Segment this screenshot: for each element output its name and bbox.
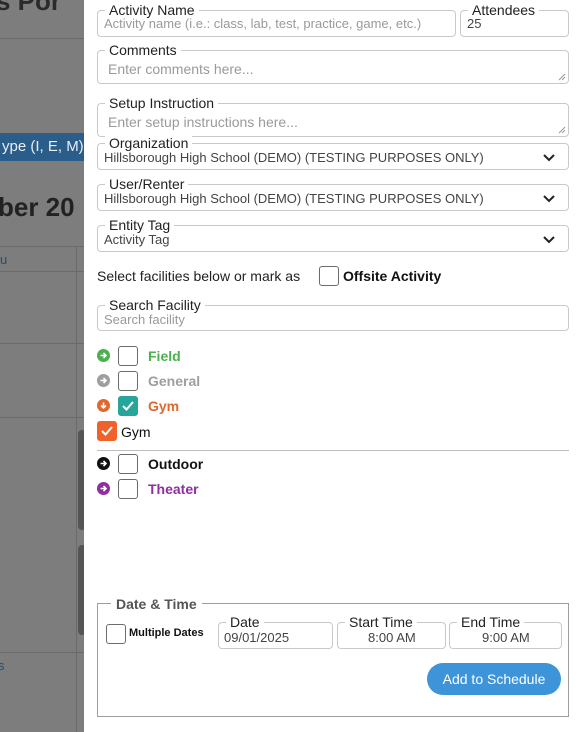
check-icon — [101, 426, 113, 436]
organization-select[interactable]: Organization Hillsborough High School (D… — [97, 135, 569, 170]
arrow-down-circle-icon[interactable] — [97, 399, 110, 412]
multiple-dates-label[interactable]: Multiple Dates — [129, 627, 204, 639]
facility-checkbox-general[interactable] — [118, 371, 138, 391]
comments-field[interactable]: Comments Enter comments here... — [97, 42, 569, 84]
facility-checkbox-outdoor[interactable] — [118, 454, 138, 474]
date-value: 09/01/2025 — [224, 630, 290, 645]
add-to-schedule-button[interactable]: Add to Schedule — [427, 663, 561, 695]
organization-value: Hillsborough High School (DEMO) (TESTING… — [104, 150, 484, 165]
offsite-activity-label[interactable]: Offsite Activity — [343, 268, 441, 284]
divider — [0, 246, 84, 247]
facility-checkbox-field[interactable] — [118, 346, 138, 366]
date-time-section: Date & Time Multiple Dates Date 09/01/20… — [97, 596, 569, 717]
facility-checkbox-theater[interactable] — [118, 479, 138, 499]
divider — [0, 38, 84, 39]
date-time-legend: Date & Time — [111, 596, 202, 612]
arrow-right-circle-icon[interactable] — [97, 374, 110, 387]
search-facility-field[interactable]: Search Facility Search facility — [97, 297, 569, 331]
divider — [0, 652, 84, 653]
comments-placeholder: Enter comments here... — [108, 61, 254, 77]
calendar-column-label: u — [0, 252, 8, 267]
end-time-value: 9:00 AM — [482, 630, 530, 645]
setup-instruction-placeholder: Enter setup instructions here... — [108, 114, 298, 130]
arrow-right-circle-icon[interactable] — [97, 457, 110, 470]
facility-label-theater[interactable]: Theater — [148, 481, 199, 497]
search-facility-placeholder: Search facility — [104, 312, 185, 327]
setup-instruction-label: Setup Instruction — [105, 95, 219, 111]
user-renter-value: Hillsborough High School (DEMO) (TESTING… — [104, 191, 484, 206]
start-time-field[interactable]: Start Time 8:00 AM — [337, 614, 446, 649]
chevron-down-icon — [543, 236, 555, 244]
entity-tag-label: Entity Tag — [105, 217, 175, 233]
start-time-label: Start Time — [345, 614, 417, 630]
facility-label-field[interactable]: Field — [148, 348, 181, 364]
date-field[interactable]: Date 09/01/2025 — [218, 614, 333, 649]
attendees-value: 25 — [467, 16, 482, 31]
entity-tag-select[interactable]: Entity Tag Activity Tag — [97, 217, 569, 252]
calendar-month-title: ber 20 — [0, 192, 75, 222]
offsite-activity-checkbox[interactable] — [319, 266, 339, 286]
comments-label: Comments — [105, 42, 181, 58]
sub-facility-label-gym[interactable]: Gym — [121, 424, 151, 440]
background-page: s Por ype (I, E, M) ber 20 u s — [0, 0, 84, 732]
multiple-dates-checkbox[interactable] — [106, 624, 126, 644]
divider — [76, 246, 77, 732]
user-renter-select[interactable]: User/Renter Hillsborough High School (DE… — [97, 176, 569, 211]
start-time-value: 8:00 AM — [368, 630, 416, 645]
select-facilities-text: Select facilities below or mark as — [97, 268, 301, 284]
facility-label-outdoor[interactable]: Outdoor — [148, 456, 203, 472]
divider — [0, 271, 84, 272]
type-filter-button: ype (I, E, M) — [0, 133, 84, 161]
organization-label: Organization — [105, 135, 193, 151]
end-time-field[interactable]: End Time 9:00 AM — [449, 614, 562, 649]
chevron-down-icon — [543, 154, 555, 162]
attendees-field[interactable]: Attendees 25 — [460, 2, 569, 37]
arrow-right-circle-icon[interactable] — [97, 482, 110, 495]
divider — [97, 450, 569, 451]
chevron-down-icon — [543, 195, 555, 203]
search-facility-label: Search Facility — [105, 297, 205, 313]
arrow-right-circle-icon[interactable] — [97, 349, 110, 362]
resize-handle-icon[interactable] — [558, 73, 566, 81]
resize-handle-icon[interactable] — [558, 126, 566, 134]
date-label: Date — [226, 614, 264, 630]
activity-name-placeholder: Activity name (i.e.: class, lab, test, p… — [104, 16, 422, 31]
facility-checkbox-gym[interactable] — [118, 396, 138, 416]
divider — [0, 343, 84, 344]
divider — [0, 417, 84, 418]
facility-label-gym[interactable]: Gym — [148, 398, 179, 414]
activity-name-field[interactable]: Activity Name Activity name (i.e.: class… — [97, 2, 456, 37]
entity-tag-value: Activity Tag — [104, 232, 170, 247]
calendar-label: s — [0, 658, 5, 673]
setup-instruction-field[interactable]: Setup Instruction Enter setup instructio… — [97, 95, 569, 137]
sub-facility-checkbox-gym[interactable] — [97, 421, 117, 441]
end-time-label: End Time — [457, 614, 525, 630]
activity-form-panel: Activity Name Activity name (i.e.: class… — [84, 0, 582, 732]
check-icon — [122, 401, 134, 411]
background-title: s Por — [0, 0, 62, 16]
user-renter-label: User/Renter — [105, 176, 189, 192]
facility-label-general[interactable]: General — [148, 373, 200, 389]
